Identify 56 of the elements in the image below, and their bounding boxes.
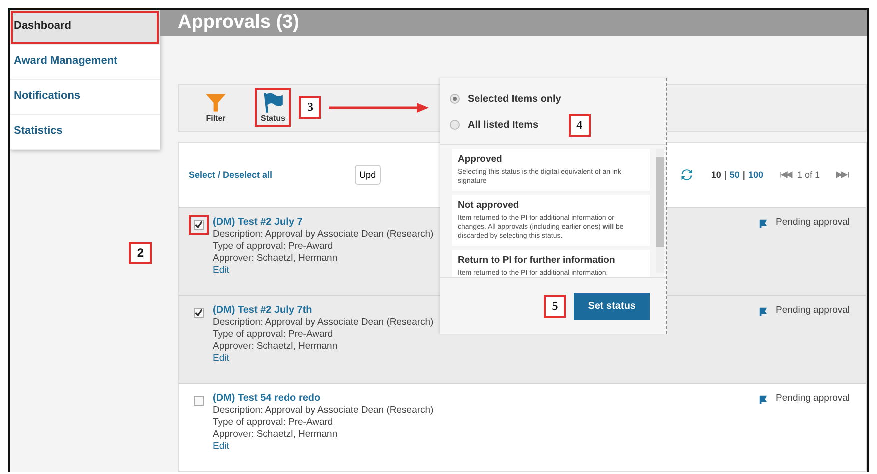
filter-icon bbox=[205, 92, 227, 114]
status-text: Pending approval bbox=[776, 305, 850, 316]
update-button[interactable]: Upd bbox=[354, 165, 382, 185]
radio-option[interactable]: All listed Items bbox=[450, 120, 539, 130]
flag-icon bbox=[262, 92, 284, 114]
toolbar-button[interactable]: Filter bbox=[199, 88, 233, 128]
callout-label: 4 bbox=[568, 114, 591, 136]
status-text: Pending approval bbox=[776, 217, 850, 228]
approver-text: Approver: Schaetzl, Hermann bbox=[213, 253, 339, 265]
checkmark-icon bbox=[195, 221, 203, 229]
flag-icon bbox=[759, 219, 768, 228]
status-text: Pending approval bbox=[776, 393, 850, 404]
approver-text: Approver: Schaetzl, Hermann bbox=[213, 341, 339, 353]
sidebar-item[interactable]: Statistics bbox=[10, 115, 160, 150]
sidebar-item[interactable]: Notifications bbox=[10, 80, 160, 115]
sidebar-item[interactable]: Dashboard bbox=[10, 10, 160, 45]
toolbar-button[interactable]: Status bbox=[255, 88, 292, 128]
edit-link[interactable]: Edit bbox=[213, 353, 434, 365]
page-title: Approvals (3) bbox=[178, 12, 300, 34]
approval-type-text: Type of approval: Pre-Award bbox=[213, 241, 334, 253]
flag-icon bbox=[759, 307, 768, 316]
description-text: Description: Approval by Associate Dean (Research) bbox=[213, 229, 434, 241]
page-info: 1 of 1 bbox=[797, 170, 820, 180]
last-page-icon[interactable] bbox=[836, 171, 850, 179]
arrow-icon bbox=[329, 102, 430, 113]
callout-label: 2 bbox=[129, 242, 152, 264]
scrollbar[interactable] bbox=[656, 149, 664, 273]
status-name: Approved bbox=[458, 154, 504, 165]
approval-type-text: Type of approval: Pre-Award bbox=[213, 417, 334, 429]
flag-icon bbox=[759, 395, 768, 404]
radio-option[interactable]: Selected Items only bbox=[450, 94, 562, 104]
description-text: Description: Approval by Associate Dean (Research) bbox=[213, 405, 434, 417]
callout-label: 3 bbox=[299, 96, 322, 120]
select-all-link[interactable]: Select / Deselect all bbox=[189, 170, 273, 180]
checkmark-icon bbox=[195, 309, 203, 317]
status-name: Return to PI for further information bbox=[458, 255, 616, 266]
separator: | bbox=[742, 170, 746, 180]
refresh-icon[interactable] bbox=[681, 169, 694, 181]
approval-type-text: Type of approval: Pre-Award bbox=[213, 329, 334, 341]
page-size-link[interactable]: 10 bbox=[711, 170, 722, 180]
item-title-link[interactable]: (DM) Test 54 redo redo bbox=[213, 393, 434, 405]
edit-link[interactable]: Edit bbox=[213, 265, 434, 277]
approver-text: Approver: Schaetzl, Hermann bbox=[213, 429, 339, 441]
page-size-link[interactable]: 100 bbox=[748, 170, 764, 180]
sidebar-item[interactable]: Award Management bbox=[10, 45, 160, 80]
edit-link[interactable]: Edit bbox=[213, 441, 434, 453]
item-title-link[interactable]: (DM) Test #2 July 7th bbox=[213, 305, 434, 317]
separator: | bbox=[724, 170, 727, 180]
page-size-link[interactable]: 50 bbox=[730, 170, 740, 180]
callout-label: 5 bbox=[544, 294, 566, 318]
status-name: Not approved bbox=[458, 200, 520, 211]
description-text: Description: Approval by Associate Dean (Research) bbox=[213, 317, 434, 329]
set-status-button[interactable]: Set status bbox=[574, 292, 650, 320]
item-title-link[interactable]: (DM) Test #2 July 7 bbox=[213, 217, 434, 229]
checkbox[interactable] bbox=[189, 215, 209, 235]
first-page-icon[interactable] bbox=[779, 171, 794, 179]
